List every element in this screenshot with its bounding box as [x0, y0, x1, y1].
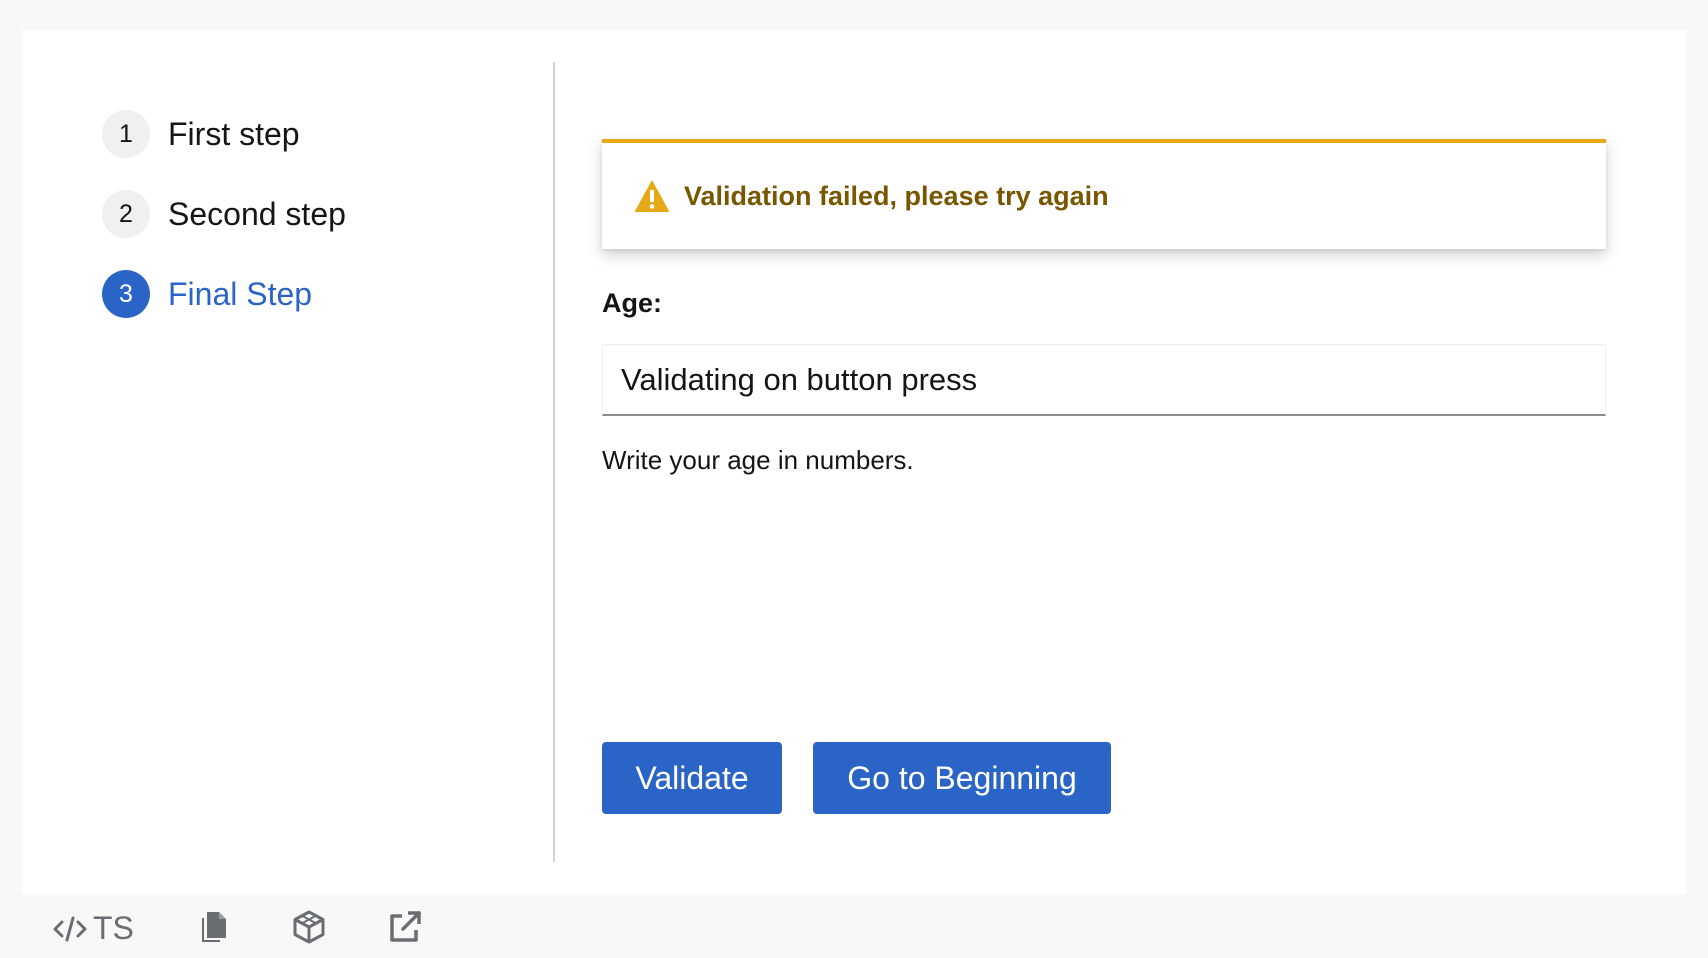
go-to-beginning-button[interactable]: Go to Beginning — [813, 742, 1111, 814]
age-helper-text: Write your age in numbers. — [602, 445, 914, 475]
age-label: Age: — [602, 288, 662, 318]
step-label: Final Step — [168, 275, 313, 312]
step-number: 3 — [102, 270, 150, 318]
warning-alert: Validation failed, please try again — [602, 139, 1606, 249]
wizard-card: 1 First step 2 Second step 3 Final Step … — [22, 30, 1686, 894]
warning-triangle-icon — [634, 180, 670, 212]
open-codesandbox-button[interactable] — [292, 910, 326, 944]
code-toolbar: TS — [22, 896, 1686, 958]
step-number: 1 — [102, 110, 150, 158]
copy-icon — [202, 912, 226, 942]
wizard-step-1[interactable]: 1 First step — [102, 110, 300, 158]
toggle-typescript-button[interactable]: TS — [53, 910, 134, 947]
step-label: First step — [168, 115, 300, 152]
wizard-step-3-current[interactable]: 3 Final Step — [102, 270, 312, 318]
step-number: 2 — [102, 190, 150, 238]
wizard-main: Validation failed, please try again Age:… — [602, 30, 1606, 864]
wizard-nav: 1 First step 2 Second step 3 Final Step — [22, 30, 554, 864]
codesandbox-icon — [293, 910, 325, 944]
code-icon — [53, 916, 87, 941]
ts-label: TS — [93, 910, 134, 946]
external-link-icon — [390, 911, 421, 942]
alert-title: Validation failed, please try again — [684, 180, 1109, 211]
copy-code-button[interactable] — [198, 910, 228, 944]
step-label: Second step — [168, 195, 346, 232]
open-in-new-window-button[interactable] — [388, 910, 422, 944]
nav-divider — [553, 62, 555, 862]
validate-button[interactable]: Validate — [602, 742, 782, 814]
age-input[interactable] — [602, 344, 1606, 416]
wizard-step-2[interactable]: 2 Second step — [102, 190, 346, 238]
